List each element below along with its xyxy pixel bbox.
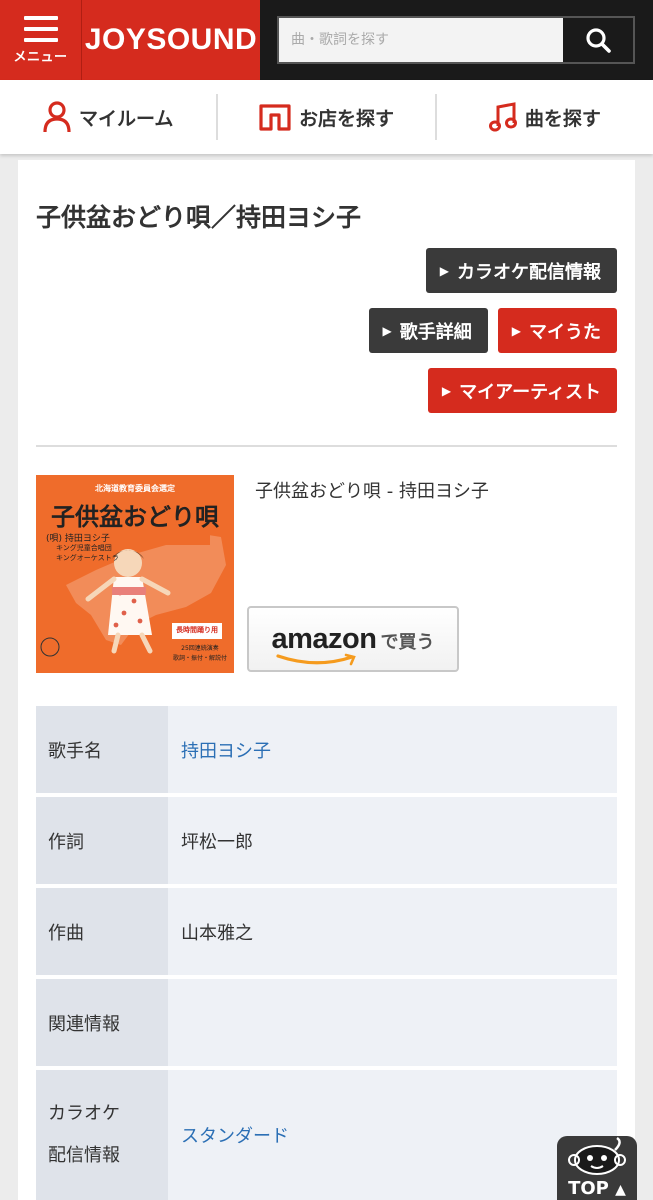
divider: [36, 445, 617, 447]
amazon-logo: amazon: [271, 622, 377, 655]
joysound-logo[interactable]: JOYSOUND: [82, 0, 260, 80]
jacket-note2: 歌詞・振付・解説付: [172, 655, 227, 662]
product-section: 北海道教育委員会選定 子供盆おどり唄 (唄) 持田ヨシ子 キング児童合唱団 キン…: [36, 475, 617, 673]
music-note-icon: [488, 102, 517, 132]
info-value: 坪松一郎: [168, 797, 617, 884]
up-arrow-icon: ▲: [615, 1182, 626, 1198]
info-label-line: カラオケ: [48, 1103, 120, 1124]
main-nav: マイルーム お店を探す 曲を探す: [0, 80, 653, 154]
amazon-buy-button[interactable]: amazon で買う: [247, 606, 459, 672]
page-title: 子供盆おどり唄／持田ヨシ子: [36, 203, 362, 232]
top-label: TOP ▲: [568, 1178, 626, 1199]
table-row: 作曲 山本雅之: [36, 888, 617, 975]
nav-item-find-song[interactable]: 曲を探す: [434, 94, 653, 140]
button-row: ▶ マイアーティスト: [36, 368, 617, 413]
jacket-badge: 長時間踊り用: [176, 626, 218, 634]
play-triangle-icon: ▶: [439, 263, 449, 278]
my-uta-button[interactable]: ▶ マイうた: [497, 308, 617, 353]
info-label: 作詞: [36, 797, 168, 884]
top-label-text: TOP: [568, 1178, 609, 1199]
play-triangle-icon: ▶: [382, 323, 392, 338]
nav-item-find-shop[interactable]: お店を探す: [216, 94, 434, 140]
button-label: マイアーティスト: [459, 381, 601, 403]
nav-item-my-room[interactable]: マイルーム: [0, 94, 216, 140]
jacket-top-caption: 北海道教育委員会選定: [95, 484, 175, 493]
table-row: 歌手名 持田ヨシ子: [36, 706, 617, 793]
search-area: [260, 0, 653, 80]
info-value: スタンダード: [168, 1070, 617, 1200]
nav-item-label: マイルーム: [78, 107, 174, 130]
header: メニュー JOYSOUND: [0, 0, 653, 80]
my-artist-button[interactable]: ▶ マイアーティスト: [427, 368, 617, 413]
jacket-note1: 25回連続演奏: [181, 645, 219, 652]
karaoke-standard-link[interactable]: スタンダード: [181, 1122, 289, 1148]
amazon-smile-icon: [275, 653, 356, 665]
menu-button[interactable]: メニュー: [0, 0, 82, 80]
info-table: 歌手名 持田ヨシ子 作詞 坪松一郎 作曲 山本雅之 関連情報 カラオケ 配信情報…: [36, 706, 617, 1200]
search-button[interactable]: [563, 18, 633, 62]
info-value: 持田ヨシ子: [168, 706, 617, 793]
info-label: 関連情報: [36, 979, 168, 1066]
button-row: ▶ 歌手詳細 ▶ マイうた: [36, 308, 617, 353]
info-label: カラオケ 配信情報: [36, 1070, 168, 1200]
artist-detail-button[interactable]: ▶ 歌手詳細: [368, 308, 488, 353]
main-content: 子供盆おどり唄／持田ヨシ子 ▶ カラオケ配信情報 ▶ 歌手詳細 ▶ マイうた ▶…: [18, 160, 635, 1200]
info-label: 作曲: [36, 888, 168, 975]
search-input[interactable]: [279, 18, 563, 62]
shop-icon: [259, 104, 291, 131]
menu-label: メニュー: [13, 49, 68, 65]
play-triangle-icon: ▶: [511, 323, 521, 338]
table-row: 作詞 坪松一郎: [36, 797, 617, 884]
search-icon: [586, 28, 611, 53]
table-row: 関連情報: [36, 979, 617, 1066]
button-label: カラオケ配信情報: [457, 261, 601, 283]
jacket-title: 子供盆おどり唄: [51, 503, 219, 531]
search-box: [277, 16, 635, 64]
product-name: 子供盆おどり唄 - 持田ヨシ子: [255, 481, 489, 502]
product-info: 子供盆おどり唄 - 持田ヨシ子 amazon で買う: [247, 475, 617, 673]
amazon-buy-label: で買う: [380, 631, 435, 653]
hamburger-icon: [23, 15, 58, 42]
button-row: ▶ カラオケ配信情報: [36, 248, 617, 293]
info-value: 山本雅之: [168, 888, 617, 975]
nav-item-label: 曲を探す: [524, 107, 601, 130]
jacket-orchestra: キングオーケストラ: [56, 554, 119, 562]
table-row: カラオケ 配信情報 スタンダード: [36, 1070, 617, 1200]
back-to-top-button[interactable]: TOP ▲: [557, 1136, 637, 1200]
info-value: [168, 979, 617, 1066]
karaoke-info-button[interactable]: ▶ カラオケ配信情報: [425, 248, 617, 293]
person-icon: [43, 101, 71, 133]
artist-link[interactable]: 持田ヨシ子: [181, 737, 271, 763]
mascot-icon: [568, 1136, 626, 1175]
info-label: 歌手名: [36, 706, 168, 793]
button-label: マイうた: [529, 321, 601, 343]
info-label-line: 配信情報: [48, 1145, 120, 1166]
jacket-chorus: キング児童合唱団: [56, 544, 112, 552]
play-triangle-icon: ▶: [441, 383, 452, 398]
nav-item-label: お店を探す: [298, 107, 394, 130]
album-jacket[interactable]: 北海道教育委員会選定 子供盆おどり唄 (唄) 持田ヨシ子 キング児童合唱団 キン…: [36, 475, 234, 673]
button-label: 歌手詳細: [399, 321, 472, 343]
